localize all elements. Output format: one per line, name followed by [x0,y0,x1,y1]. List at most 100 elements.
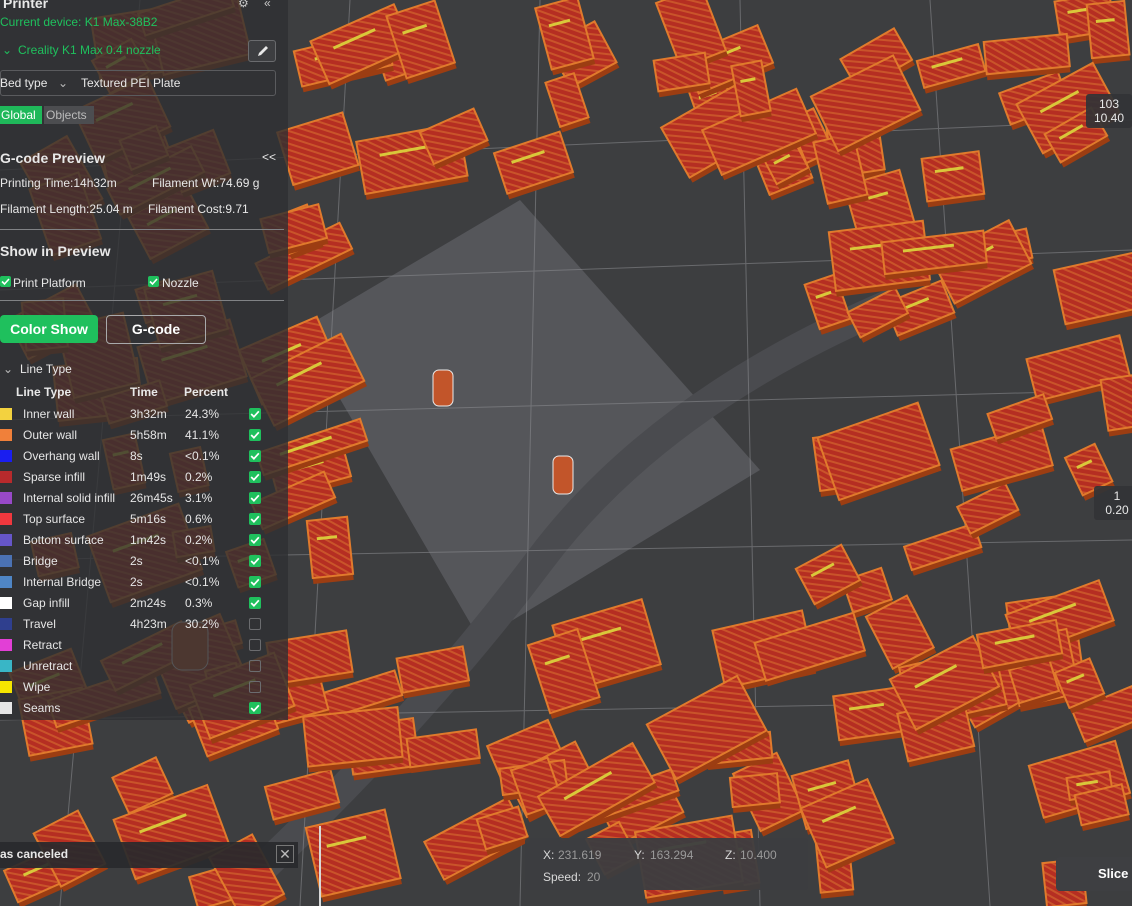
printed-building [728,772,781,814]
bottom-layer-number: 1 [1113,489,1121,503]
check-icon [250,452,260,460]
tab-objects[interactable]: Objects [44,106,94,124]
check-icon [250,536,260,544]
line-type-time: 2s [130,575,143,589]
filament-weight: Filament Wt:74.69 g [152,176,260,190]
printed-building [302,705,404,773]
line-type-name: Outer wall [23,428,78,442]
bed-type-label: Bed type [0,76,48,90]
table-row: Overhang wall 8s <0.1% [0,446,286,467]
bed-type-value[interactable]: Textured PEI Plate [81,76,180,90]
tab-global[interactable]: Global [0,106,42,124]
top-layer-number: 103 [1098,97,1120,111]
check-icon [250,410,260,418]
line-type-percent: <0.1% [185,554,220,568]
line-type-percent: 30.2% [185,617,220,631]
line-color-swatch [0,702,12,714]
line-type-name: Internal Bridge [23,575,102,589]
color-show-button[interactable]: Color Show [0,315,98,343]
line-color-swatch [0,576,12,588]
bed-type-chevron-icon[interactable]: ⌄ [58,76,68,90]
printer-preset-select[interactable]: Creality K1 Max 0.4 nozzle [18,43,161,57]
table-row: Unretract [0,656,286,677]
line-type-name: Gap infill [23,596,70,610]
line-type-chevron-icon[interactable]: ⌄ [3,362,13,376]
line-type-time: 2s [130,554,143,568]
line-visibility-checkbox[interactable] [249,513,261,525]
line-type-percent: 24.3% [185,407,220,421]
table-row: Gap infill 2m24s 0.3% [0,593,286,614]
line-type-time: 26m45s [130,491,173,505]
divider [0,229,284,230]
line-type-name: Bottom surface [23,533,104,547]
line-type-dropdown[interactable]: Line Type [20,362,72,376]
line-visibility-checkbox[interactable] [249,471,261,483]
printing-time: Printing Time:14h32m [0,176,117,190]
line-color-swatch [0,660,12,672]
printer-settings-icon[interactable]: ⚙ [238,0,249,10]
table-row: Bridge 2s <0.1% [0,551,286,572]
line-visibility-checkbox[interactable] [249,429,261,441]
line-visibility-checkbox[interactable] [249,702,261,714]
line-type-percent: 0.2% [185,470,213,484]
line-visibility-checkbox[interactable] [249,408,261,420]
show-in-preview-title: Show in Preview [0,243,111,259]
line-color-swatch [0,681,12,693]
close-icon[interactable]: ✕ [276,845,294,863]
line-visibility-checkbox[interactable] [249,450,261,462]
top-layer-label[interactable]: 103 10.40 [1086,94,1132,128]
check-icon [250,557,260,565]
gcode-preview-title: G-code Preview [0,150,106,166]
line-type-time: 8s [130,449,143,463]
bottom-layer-label[interactable]: 1 0.20 [1094,486,1132,520]
line-visibility-checkbox[interactable] [249,639,261,651]
print-platform-checkbox[interactable] [0,276,11,287]
line-visibility-checkbox[interactable] [249,555,261,567]
printed-building [305,515,355,585]
slice-button[interactable]: Slice [1056,857,1132,891]
collapse-printer-icon[interactable]: « [264,0,271,10]
check-icon [250,494,260,502]
collapse-panel-icon[interactable]: << [262,150,276,164]
line-visibility-checkbox[interactable] [249,660,261,672]
line-color-swatch [0,429,12,441]
check-icon [149,278,158,286]
line-type-name: Overhang wall [23,449,100,463]
gcode-button[interactable]: G-code [106,315,206,344]
line-type-time: 4h23m [130,617,167,631]
line-color-swatch [0,408,12,420]
line-visibility-checkbox[interactable] [249,492,261,504]
table-row: Internal solid infill 26m45s 3.1% [0,488,286,509]
line-visibility-checkbox[interactable] [249,618,261,630]
notification-bar: as canceled ✕ [0,842,298,868]
check-icon [1,278,10,286]
printer-title: Printer [3,0,49,11]
line-visibility-checkbox[interactable] [249,534,261,546]
line-type-time: 2m24s [130,596,167,610]
print-platform-label: Print Platform [13,276,86,290]
line-color-swatch [0,597,12,609]
notification-text: as canceled [0,847,69,861]
divider [0,300,284,301]
line-visibility-checkbox[interactable] [249,576,261,588]
pencil-icon [258,46,268,56]
check-icon [250,515,260,523]
line-type-time: 5m16s [130,512,167,526]
nozzle-label: Nozzle [162,276,199,290]
table-row: Bottom surface 1m42s 0.2% [0,530,286,551]
line-type-name: Top surface [23,512,86,526]
line-type-time: 1m49s [130,470,167,484]
line-visibility-checkbox[interactable] [249,681,261,693]
line-type-percent: 41.1% [185,428,220,442]
line-color-swatch [0,471,12,483]
line-type-name: Internal solid infill [23,491,116,505]
preset-chevron-icon[interactable]: ⌄ [2,43,12,57]
line-type-percent: 0.3% [185,596,213,610]
line-visibility-checkbox[interactable] [249,597,261,609]
printed-building [982,32,1071,81]
nozzle-checkbox[interactable] [148,276,159,287]
edit-preset-button[interactable] [248,40,276,62]
check-icon [250,599,260,607]
line-type-name: Inner wall [23,407,75,421]
x-value: 231.619 [558,848,602,862]
